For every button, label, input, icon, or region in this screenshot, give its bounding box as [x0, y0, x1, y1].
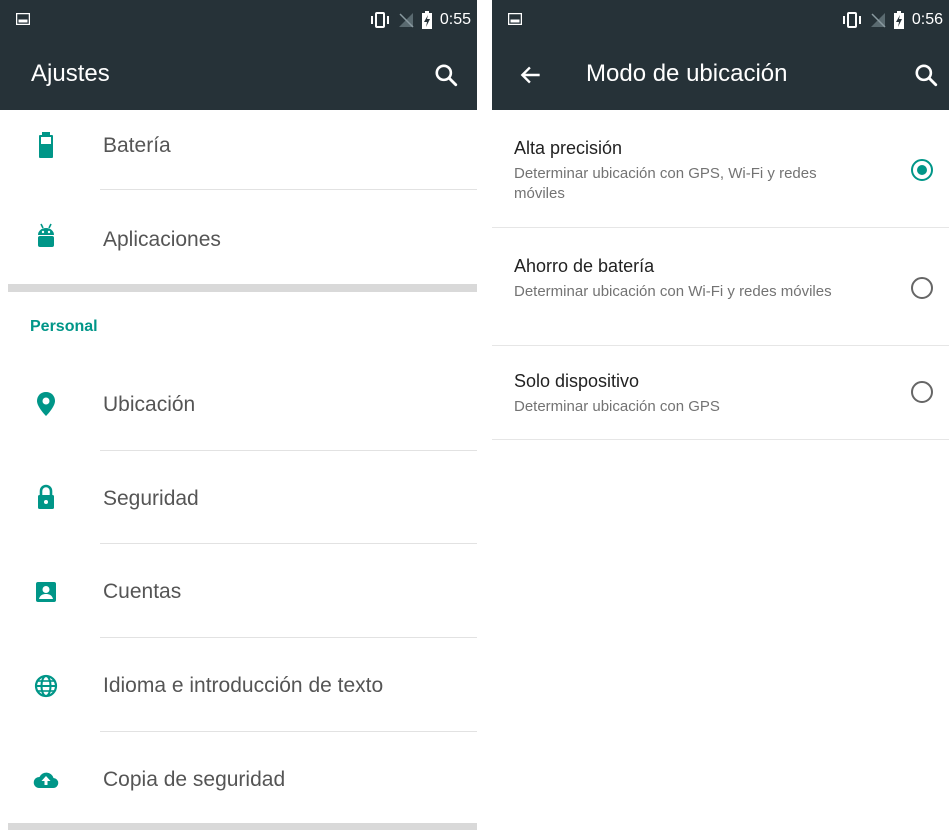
settings-item-label: Aplicaciones: [103, 228, 221, 251]
account-box-icon: [36, 582, 56, 602]
settings-screen: 0:55 Ajustes Batería Aplicaciones Person…: [0, 0, 477, 830]
radio-button-selected[interactable]: [911, 159, 933, 181]
globe-icon: [34, 674, 58, 698]
location-option-battery-saving[interactable]: Ahorro de batería Determinar ubicación c…: [492, 228, 949, 346]
image-notification-icon: [508, 13, 522, 25]
location-option-high-accuracy[interactable]: Alta precisión Determinar ubicación con …: [492, 110, 949, 228]
battery-icon: [39, 132, 53, 158]
status-bar: 0:56: [492, 0, 949, 40]
settings-item-label: Copia de seguridad: [103, 768, 286, 791]
no-signal-icon: [398, 13, 414, 28]
option-title: Alta precisión: [514, 138, 623, 158]
image-notification-icon: [16, 13, 30, 25]
no-signal-icon: [870, 13, 886, 28]
arrow-back-icon[interactable]: [518, 62, 544, 88]
settings-item-label: Ubicación: [103, 393, 196, 416]
search-icon[interactable]: [433, 62, 459, 88]
option-subtitle: Determinar ubicación con Wi-Fi y redes m…: [514, 283, 832, 300]
settings-item-label: Cuentas: [103, 580, 182, 603]
location-mode-screen: 0:56 Modo de ubicación Alta precisión De…: [492, 0, 949, 830]
settings-item-accounts[interactable]: Cuentas: [0, 544, 477, 638]
option-title: Ahorro de batería: [514, 256, 655, 276]
settings-item-label: Idioma e introducción de texto: [103, 674, 384, 697]
radio-button[interactable]: [911, 381, 933, 403]
search-icon[interactable]: [913, 62, 939, 88]
settings-item-battery[interactable]: Batería: [0, 96, 477, 190]
settings-item-backup[interactable]: Copia de seguridad: [0, 732, 477, 826]
section-separator: [8, 823, 477, 830]
option-subtitle: Determinar ubicación con GPS, Wi-Fi y re…: [514, 165, 817, 202]
settings-item-apps[interactable]: Aplicaciones: [0, 190, 477, 284]
status-time: 0:55: [439, 11, 471, 28]
section-separator: [8, 284, 477, 292]
option-subtitle: Determinar ubicación con GPS: [514, 398, 720, 415]
settings-item-language[interactable]: Idioma e introducción de texto: [0, 638, 477, 732]
radio-button[interactable]: [911, 277, 933, 299]
page-title: Modo de ubicación: [586, 60, 788, 87]
settings-item-location[interactable]: Ubicación: [0, 357, 477, 451]
location-option-device-only[interactable]: Solo dispositivo Determinar ubicación co…: [492, 346, 949, 440]
app-toolbar: Modo de ubicación: [492, 40, 949, 110]
status-bar: 0:55: [0, 0, 477, 40]
section-header: Personal: [30, 318, 98, 335]
location-pin-icon: [37, 392, 55, 416]
battery-charging-icon: [421, 11, 432, 29]
settings-item-label: Seguridad: [103, 487, 199, 510]
cloud-upload-icon: [33, 772, 59, 789]
settings-item-security[interactable]: Seguridad: [0, 451, 477, 545]
page-title: Ajustes: [31, 60, 110, 87]
vibrate-icon: [842, 12, 861, 28]
lock-icon: [38, 484, 54, 509]
vibrate-icon: [370, 12, 389, 28]
battery-charging-icon: [893, 11, 904, 29]
panel-gap: [477, 0, 492, 830]
android-icon: [38, 223, 54, 247]
settings-item-label: Batería: [103, 134, 171, 157]
option-title: Solo dispositivo: [514, 371, 640, 391]
status-time: 0:56: [911, 11, 943, 28]
